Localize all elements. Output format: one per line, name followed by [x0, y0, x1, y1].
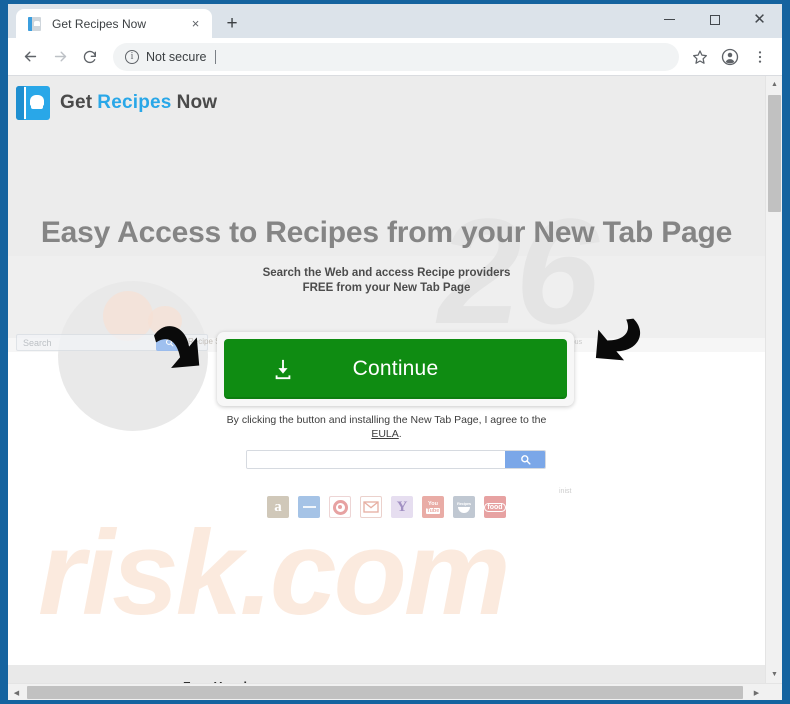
vertical-scrollbar-thumb[interactable] — [768, 95, 781, 212]
horizontal-scrollbar[interactable]: ◀ ▶ — [8, 683, 782, 700]
hero-subtitle-line2: FREE from your New Tab Page — [302, 282, 471, 294]
scrollbar-corner — [765, 684, 782, 700]
continue-button-label: Continue — [352, 357, 439, 380]
hero-subtitle: Search the Web and access Recipe provide… — [8, 266, 765, 296]
cta-container: Continue — [217, 332, 574, 406]
continue-button[interactable]: Continue — [224, 339, 567, 399]
recipe-book-icon — [27, 16, 43, 32]
reload-icon[interactable] — [75, 42, 105, 72]
provider-mail-icon[interactable] — [360, 496, 382, 518]
close-icon[interactable]: × — [187, 15, 204, 32]
benefits-panel: Zero Hassle: Quick, one-click access to … — [8, 665, 765, 683]
mock-search-placeholder: Search — [23, 337, 52, 348]
eula-link[interactable]: EULA — [371, 428, 398, 440]
new-tab-button[interactable]: + — [218, 9, 246, 37]
address-bar[interactable]: i Not secure — [113, 42, 679, 71]
download-icon — [272, 358, 294, 380]
watermark-risk: risk.com — [38, 506, 511, 640]
brand-word-now: Now — [176, 92, 218, 113]
back-icon[interactable] — [15, 42, 45, 72]
desktop-backdrop: Get Recipes Now × + ✕ i Not secure 26 ri… — [0, 0, 790, 704]
scroll-down-icon[interactable]: ▼ — [766, 666, 782, 683]
forward-icon — [45, 42, 75, 72]
window-controls: ✕ — [647, 4, 782, 35]
bookmark-star-icon[interactable] — [685, 42, 715, 72]
eula-prefix: By clicking the button and installing th… — [226, 414, 547, 426]
window-close-icon[interactable]: ✕ — [737, 4, 782, 35]
page-viewport: 26 risk.com Get Recipes Now Easy Access … — [8, 76, 782, 683]
provider-youtube-icon[interactable]: You Tube — [422, 496, 444, 518]
page-title: Easy Access to Recipes from your New Tab… — [40, 216, 733, 249]
security-label: Not secure — [146, 49, 207, 64]
provider-yahoo-icon[interactable]: Y — [391, 496, 413, 518]
browser-toolbar: i Not secure — [8, 38, 782, 76]
text-caret — [215, 49, 217, 64]
provider-icon-row: a Y You Tube Recipes food — [8, 496, 765, 518]
scroll-left-icon[interactable]: ◀ — [8, 684, 25, 700]
brand-word-recipes: Recipes — [97, 92, 172, 113]
eula-disclaimer: By clicking the button and installing th… — [8, 413, 765, 441]
arrow-pointing-left-icon — [578, 316, 656, 388]
search-input[interactable] — [247, 451, 505, 468]
tab-title: Get Recipes Now — [52, 16, 147, 31]
eula-suffix: . — [398, 428, 402, 440]
vertical-scrollbar[interactable]: ▲ ▼ — [765, 76, 782, 683]
profile-avatar-icon[interactable] — [715, 42, 745, 72]
scroll-right-icon[interactable]: ▶ — [748, 684, 765, 700]
tab-strip: Get Recipes Now × + — [8, 4, 246, 38]
search-box[interactable] — [246, 450, 546, 469]
scroll-up-icon[interactable]: ▲ — [766, 76, 782, 93]
maximize-icon[interactable] — [692, 4, 737, 35]
recipe-book-logo-icon — [16, 86, 50, 120]
menu-icon[interactable] — [745, 42, 775, 72]
horizontal-scrollbar-thumb[interactable] — [27, 686, 743, 699]
browser-titlebar: Get Recipes Now × + ✕ — [8, 4, 782, 38]
provider-amazon-icon[interactable]: a — [267, 496, 289, 518]
site-brand[interactable]: Get Recipes Now — [16, 86, 217, 120]
search-button[interactable] — [505, 451, 545, 468]
info-icon[interactable]: i — [125, 49, 139, 64]
webpage-content: 26 risk.com Get Recipes Now Easy Access … — [8, 76, 765, 683]
provider-target-icon[interactable] — [329, 496, 351, 518]
arrow-pointing-right-icon — [143, 319, 221, 391]
minimize-icon[interactable] — [647, 4, 692, 35]
hero-subtitle-line1: Search the Web and access Recipe provide… — [262, 267, 511, 279]
brand-text: Get Recipes Now — [60, 92, 217, 114]
brand-word-get: Get — [60, 92, 93, 113]
provider-allrecipes-icon[interactable]: Recipes — [453, 496, 475, 518]
provider-walmart-icon[interactable] — [298, 496, 320, 518]
mock-right-label-2: inist — [559, 488, 572, 495]
provider-food-com-icon[interactable]: food — [484, 496, 506, 518]
browser-window: Get Recipes Now × + ✕ i Not secure 26 ri… — [8, 4, 782, 700]
browser-tab[interactable]: Get Recipes Now × — [16, 9, 212, 38]
